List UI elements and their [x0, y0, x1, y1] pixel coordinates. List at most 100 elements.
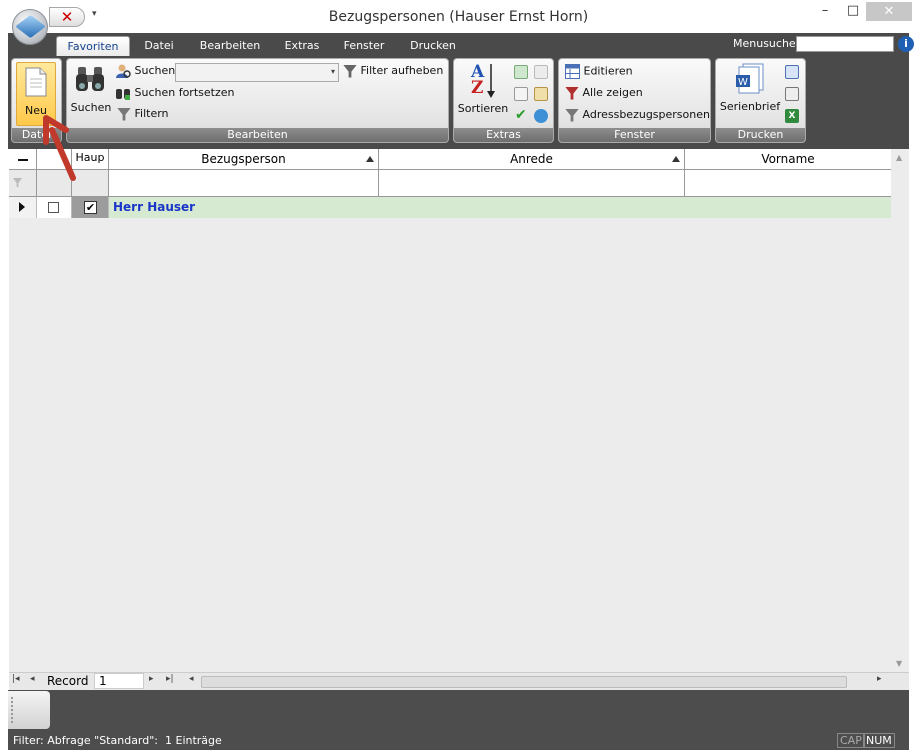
tools-icon[interactable]: [534, 87, 548, 101]
cap-indicator: CAP: [837, 733, 865, 748]
ribbon-tab-bar: Favoriten Datei Bearbeiten Extras Fenste…: [8, 33, 914, 56]
group-fenster: Editieren Alle zeigen Adressbezugsperson…: [558, 58, 711, 143]
column-header-bezugsperson[interactable]: Bezugsperson: [109, 149, 379, 170]
tab-extras[interactable]: Extras: [278, 36, 326, 56]
filter-clear-icon: [565, 86, 579, 100]
minimize-button[interactable]: –: [810, 2, 840, 20]
group-drucken: W Serienbrief X Drucken: [715, 58, 806, 143]
alle-zeigen-button[interactable]: Alle zeigen: [565, 86, 643, 104]
group-bearbeiten: Suchen Suchen ▾ Filter aufheben Suchen f: [66, 58, 449, 143]
person-search-icon: [116, 64, 131, 78]
filter-aufheben-button[interactable]: Filter aufheben: [343, 64, 443, 82]
sort-arrow-icon: [487, 64, 495, 98]
ribbon: Neu Datei Suchen Suchen ▾ Filter aufhebe…: [8, 56, 909, 149]
title-bar: Bezugspersonen (Hauser Ernst Horn) – □ ✕: [0, 0, 917, 33]
window-tab[interactable]: [8, 691, 50, 729]
vertical-scrollbar[interactable]: ▲ ▼: [891, 149, 909, 677]
cell-bezugsperson[interactable]: Herr Hauser: [113, 200, 195, 214]
scroll-left-icon[interactable]: ◂: [189, 674, 194, 684]
application-menu-button[interactable]: [12, 9, 48, 45]
num-indicator: NUM: [863, 733, 895, 748]
binoculars-icon: [76, 67, 104, 91]
tab-fenster[interactable]: Fenster: [336, 36, 392, 56]
suchen-big-button[interactable]: Suchen: [69, 63, 113, 115]
globe-icon[interactable]: [534, 109, 548, 123]
column-header-vorname[interactable]: Vorname: [685, 149, 891, 170]
close-window-button[interactable]: ✕: [866, 2, 912, 21]
group-label-fenster: Fenster: [559, 128, 710, 142]
filter-cell-vorname[interactable]: [685, 170, 891, 197]
table-row[interactable]: ✔ Herr Hauser: [9, 197, 891, 218]
row-checkbox-cell[interactable]: [37, 197, 72, 218]
row-selector[interactable]: [9, 197, 37, 218]
menusuche-input[interactable]: [796, 36, 894, 52]
group-label-extras: Extras: [454, 128, 553, 142]
sort-ascending-icon: [366, 156, 374, 162]
sortieren-label: Sortieren: [457, 102, 509, 115]
checkmark-icon[interactable]: ✔: [515, 107, 527, 123]
sort-z-letter: Z: [471, 78, 484, 98]
row-content[interactable]: Herr Hauser: [109, 197, 891, 218]
maximize-button[interactable]: □: [838, 2, 868, 20]
serienbrief-button[interactable]: W Serienbrief: [718, 62, 782, 116]
envelope-icon[interactable]: [534, 65, 548, 79]
status-count-text: 1 Einträge: [165, 734, 222, 747]
tab-bearbeiten[interactable]: Bearbeiten: [194, 36, 266, 56]
haupt-cell[interactable]: ✔: [72, 197, 109, 218]
suchen-fortsetzen-button[interactable]: Suchen fortsetzen: [115, 85, 234, 103]
document-icon[interactable]: [514, 87, 528, 101]
new-document-icon: [25, 67, 47, 97]
group-label-bearbeiten: Bearbeiten: [67, 128, 448, 142]
quick-access-close-icon[interactable]: ✕: [49, 7, 85, 27]
print-settings-icon[interactable]: [785, 87, 799, 101]
column-header-anrede-label: Anrede: [510, 152, 553, 166]
print-preview-icon[interactable]: [785, 65, 799, 79]
suchen-combobox[interactable]: ▾: [175, 63, 339, 82]
adressbezugspersonen-button[interactable]: Adressbezugspersonen: [565, 108, 710, 126]
window-tab-strip: [8, 690, 909, 732]
suchen-button[interactable]: Suchen: [115, 63, 177, 81]
quick-access-dropdown-icon[interactable]: ▾: [92, 9, 97, 19]
group-extras: A Z Sortieren ✔ Extras: [453, 58, 554, 143]
scroll-right-icon[interactable]: ▸: [877, 674, 882, 684]
tab-datei[interactable]: Datei: [136, 36, 182, 56]
next-record-icon[interactable]: ▸: [149, 674, 154, 684]
funnel-icon: [117, 107, 131, 121]
annotation-arrow-icon: [43, 115, 76, 181]
record-label: Record: [47, 674, 89, 688]
sort-ascending-icon: [672, 156, 680, 162]
svg-text:W: W: [738, 77, 748, 88]
first-record-icon[interactable]: |◂: [12, 674, 20, 684]
serienbrief-label: Serienbrief: [719, 100, 781, 113]
data-grid: Haup Bezugsperson Anrede Vorname ✔ Herr …: [9, 149, 891, 677]
window-title: Bezugspersonen (Hauser Ernst Horn): [328, 9, 589, 25]
editieren-button[interactable]: Editieren: [565, 64, 633, 82]
scroll-up-icon[interactable]: ▲: [896, 153, 902, 162]
filter-aufheben-label: Filter aufheben: [360, 64, 444, 77]
filter-cell-anrede[interactable]: [379, 170, 685, 197]
record-number-input[interactable]: 1: [94, 673, 144, 689]
last-record-icon[interactable]: ▸|: [166, 674, 174, 684]
filter-row-header: [9, 170, 37, 197]
column-header-anrede[interactable]: Anrede: [379, 149, 685, 170]
status-bar: Filter: Abfrage "Standard": 1 Einträge C…: [8, 732, 909, 750]
app-cube-icon: [15, 14, 46, 39]
notepad-icon[interactable]: [514, 65, 528, 79]
previous-record-icon[interactable]: ◂: [30, 674, 35, 684]
collapse-icon: [17, 158, 28, 161]
haupt-checkbox-checked[interactable]: ✔: [84, 201, 97, 214]
help-icon[interactable]: i: [898, 36, 914, 52]
filtern-button[interactable]: Filtern: [117, 107, 169, 125]
table-edit-icon: [565, 64, 580, 79]
row-checkbox[interactable]: [48, 202, 59, 213]
tab-favoriten[interactable]: Favoriten: [56, 36, 130, 56]
sortieren-button[interactable]: A Z Sortieren: [456, 62, 510, 118]
scroll-down-icon[interactable]: ▼: [896, 659, 902, 668]
filter-cell-bezugsperson[interactable]: [109, 170, 379, 197]
funnel-icon: [565, 108, 579, 122]
tab-drucken[interactable]: Drucken: [404, 36, 462, 56]
status-filter-text: Filter: Abfrage "Standard":: [13, 734, 159, 747]
select-all-header[interactable]: [9, 149, 37, 170]
excel-export-icon[interactable]: X: [785, 109, 799, 123]
horizontal-scrollbar-thumb[interactable]: [201, 676, 847, 688]
